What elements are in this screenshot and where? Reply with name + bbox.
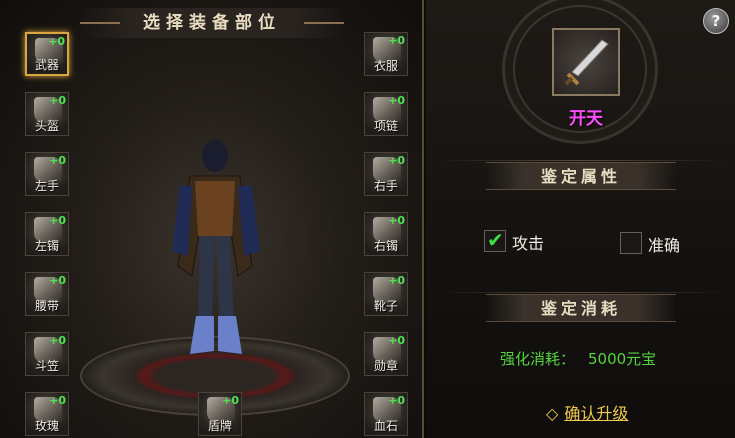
panel-title: 选择装备部位 [80, 8, 344, 38]
slot-label: 血石 [373, 419, 398, 433]
slot-hat[interactable]: +0 斗笠 [25, 332, 69, 376]
slot-label: 武器 [34, 58, 59, 72]
selected-weapon-name: 开天 [569, 109, 603, 129]
sword-icon [564, 39, 609, 86]
identify-panel: 开天 ? 鉴定属性 ✔ 攻击 准确 鉴定消耗 强化消耗： 5000元宝 ◇ 确认升… [426, 0, 735, 438]
slot-helmet[interactable]: +0 头盔 [25, 92, 69, 136]
slot-label: 左镯 [34, 239, 59, 253]
slot-label: 腰带 [34, 299, 59, 313]
slot-label: 盾牌 [207, 419, 232, 433]
slot-label: 头盔 [34, 119, 59, 133]
cost-value: 5000元宝 [588, 350, 657, 368]
slot-boots[interactable]: +0 靴子 [364, 272, 408, 316]
slot-right-bracelet[interactable]: +0 右镯 [364, 212, 408, 256]
slot-bonus: +0 [48, 35, 65, 48]
slot-bonus: +0 [388, 34, 405, 47]
checkmark-icon: ✔ [487, 228, 504, 252]
slot-bonus: +0 [49, 154, 66, 167]
slot-label: 项链 [373, 119, 398, 133]
slot-label: 左手 [34, 179, 59, 193]
slot-bonus: +0 [388, 394, 405, 407]
slot-bonus: +0 [49, 394, 66, 407]
slot-blood-stone[interactable]: +0 血石 [364, 392, 408, 436]
help-button[interactable]: ? [703, 8, 729, 34]
slot-label: 衣服 [373, 59, 398, 73]
slot-label: 右手 [373, 179, 398, 193]
slot-label: 右镯 [373, 239, 398, 253]
slot-weapon[interactable]: +0 武器 [25, 32, 69, 76]
slot-bonus: +0 [49, 214, 66, 227]
accuracy-checkbox[interactable] [620, 232, 642, 254]
identify-attribute-title: 鉴定属性 [486, 162, 676, 190]
slot-label: 靴子 [373, 299, 398, 313]
attack-option-label: 攻击 [512, 234, 545, 253]
slot-left-hand[interactable]: +0 左手 [25, 152, 69, 196]
slot-bonus: +0 [49, 94, 66, 107]
divider [436, 292, 726, 293]
slot-bonus: +0 [388, 94, 405, 107]
slot-bonus: +0 [388, 154, 405, 167]
cost-label: 强化消耗： [500, 350, 576, 368]
slot-bonus: +0 [388, 334, 405, 347]
slot-label: 斗笠 [34, 359, 59, 373]
accuracy-option-label: 准确 [648, 236, 681, 255]
slot-bonus: +0 [49, 334, 66, 347]
slot-medal[interactable]: +0 勋章 [364, 332, 408, 376]
slot-bonus: +0 [49, 274, 66, 287]
slot-right-hand[interactable]: +0 右手 [364, 152, 408, 196]
slot-bonus: +0 [222, 394, 239, 407]
slot-bonus: +0 [388, 214, 405, 227]
slot-rose[interactable]: +0 玫瑰 [25, 392, 69, 436]
slot-label: 玫瑰 [34, 419, 59, 433]
slot-belt[interactable]: +0 腰带 [25, 272, 69, 316]
slot-shield[interactable]: +0 盾牌 [198, 392, 242, 436]
slot-label: 勋章 [373, 359, 398, 373]
attack-checkbox[interactable]: ✔ [484, 228, 506, 252]
character-model [172, 140, 260, 354]
equipment-slot-panel: 选择装备部位 +0 武器 +0 头盔 +0 左手 +0 左镯 +0 腰带 +0 … [0, 0, 424, 438]
identify-cost-title: 鉴定消耗 [486, 294, 676, 322]
divider [436, 160, 726, 161]
slot-left-bracelet[interactable]: +0 左镯 [25, 212, 69, 256]
confirm-upgrade-label: 确认升级 [564, 404, 629, 423]
diamond-icon: ◇ [546, 404, 559, 423]
slot-armor[interactable]: +0 衣服 [364, 32, 408, 76]
confirm-upgrade-button[interactable]: ◇ 确认升级 [546, 400, 628, 424]
slot-bonus: +0 [388, 274, 405, 287]
selected-weapon-slot [552, 28, 620, 96]
slot-necklace[interactable]: +0 项链 [364, 92, 408, 136]
